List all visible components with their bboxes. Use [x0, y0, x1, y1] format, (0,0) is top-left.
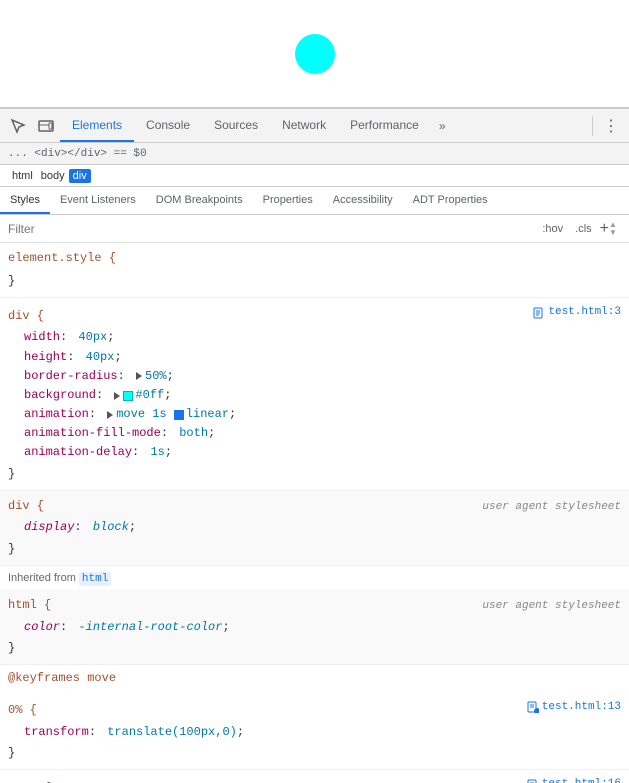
kf100-file-icon — [527, 779, 539, 783]
inspect-icon[interactable] — [4, 112, 32, 140]
animated-circle — [295, 34, 335, 74]
div-ua-header: div { user agent stylesheet — [0, 495, 629, 519]
tab-sources[interactable]: Sources — [202, 109, 270, 142]
div-style-source-link[interactable]: test.html:3 — [533, 304, 621, 322]
tab-adt-properties[interactable]: ADT Properties — [403, 187, 498, 214]
element-style-header: element.style { — [0, 247, 629, 270]
easing-checkbox-icon[interactable] — [174, 410, 184, 420]
html-ua-label: user agent stylesheet — [482, 598, 621, 616]
devtools-toolbar: Elements Console Sources Network Perform… — [0, 109, 629, 143]
prop-animation-delay: animation-delay : 1s ; — [0, 443, 629, 462]
tab-more-button[interactable]: » — [431, 119, 454, 133]
device-toggle-icon[interactable] — [32, 112, 60, 140]
bg-triangle-icon[interactable] — [114, 392, 120, 400]
hov-button[interactable]: :hov — [538, 221, 567, 237]
inherited-text: Inherited from — [8, 572, 79, 584]
prop-display: display : block ; — [0, 518, 629, 537]
tab-properties[interactable]: Properties — [253, 187, 323, 214]
tab-styles[interactable]: Styles — [0, 187, 50, 214]
kf-0-source-text: test.html:13 — [542, 699, 621, 717]
add-style-button[interactable]: + — [600, 220, 609, 238]
prop-height: height : 40px ; — [0, 348, 629, 367]
cls-button[interactable]: .cls — [571, 221, 596, 237]
div-ua-label: user agent stylesheet — [482, 499, 621, 517]
html-ua-selector: html { — [8, 596, 51, 615]
inherited-tag[interactable]: html — [79, 572, 111, 586]
prop-width: width : 40px ; — [0, 328, 629, 347]
kf-0-selector: 0% { — [8, 701, 37, 720]
keyframes-0-block: 0% { test.html:13 transform : translate(… — [0, 693, 629, 770]
tab-dom-breakpoints[interactable]: DOM Breakpoints — [146, 187, 253, 214]
breadcrumb-path: html body div — [0, 165, 629, 187]
color-swatch[interactable] — [123, 391, 133, 401]
anim-triangle-icon[interactable] — [107, 411, 113, 419]
breadcrumb-inspection: ... <div></div> == $0 — [0, 143, 629, 165]
kf-100-selector: 100% { — [8, 779, 51, 783]
breadcrumb-body[interactable]: body — [37, 169, 69, 183]
prop-background: background : #0ff ; — [0, 386, 629, 405]
toolbar-divider — [592, 116, 593, 136]
div-ua-selector: div { — [8, 497, 44, 516]
tab-console[interactable]: Console — [134, 109, 202, 142]
prop-animation: animation : move 1s linear ; — [0, 405, 629, 424]
inherited-label: Inherited from html — [0, 566, 629, 591]
element-style-close: } — [0, 270, 629, 293]
tab-performance[interactable]: Performance — [338, 109, 431, 142]
scroll-arrows: ▲ ▼ — [609, 221, 621, 237]
panel-tabs: Styles Event Listeners DOM Breakpoints P… — [0, 187, 629, 215]
tab-accessibility[interactable]: Accessibility — [323, 187, 403, 214]
kf0-file-icon — [527, 701, 539, 713]
kf-0-source-link[interactable]: test.html:13 — [527, 699, 621, 717]
tab-elements[interactable]: Elements — [60, 109, 134, 142]
devtools-tabs: Elements Console Sources Network Perform… — [60, 109, 588, 142]
filter-bar: :hov .cls + ▲ ▼ — [0, 215, 629, 243]
html-user-agent-block: html { user agent stylesheet color : -in… — [0, 590, 629, 665]
div-style-close: } — [0, 463, 629, 486]
div-source-text: test.html:3 — [548, 304, 621, 322]
div-style-block: div { test.html:3 width : 40px ; height … — [0, 298, 629, 490]
tab-network[interactable]: Network — [270, 109, 338, 142]
prop-color: color : -internal-root-color ; — [0, 618, 629, 637]
breadcrumb-div[interactable]: div — [69, 169, 91, 183]
element-style-selector: element.style { — [8, 249, 116, 268]
prop-animation-fill-mode: animation-fill-mode : both ; — [0, 424, 629, 443]
kf-0-close: } — [0, 742, 629, 765]
div-style-selector: div { — [8, 307, 44, 326]
prop-transform: transform : translate(100px,0) ; — [0, 723, 629, 742]
prop-border-radius: border-radius : 50% ; — [0, 367, 629, 386]
element-style-brace-close: } — [8, 272, 15, 291]
styles-content[interactable]: element.style { } div { test.html:3 widt… — [0, 243, 629, 783]
filter-input[interactable] — [8, 222, 538, 236]
file-icon — [533, 307, 545, 319]
html-ua-header: html { user agent stylesheet — [0, 594, 629, 618]
div-ua-close: } — [0, 538, 629, 561]
filter-buttons: :hov .cls + — [538, 220, 609, 238]
html-ua-close: } — [0, 637, 629, 660]
devtools-panel: Elements Console Sources Network Perform… — [0, 108, 629, 783]
kf-0-header: 0% { test.html:13 — [0, 697, 629, 723]
element-style-block: element.style { } — [0, 243, 629, 298]
breadcrumb-code: ... <div></div> == $0 — [8, 148, 147, 160]
scroll-down-arrow: ▼ — [609, 229, 621, 237]
breadcrumb-html[interactable]: html — [8, 169, 37, 183]
triangle-expand-icon[interactable] — [136, 372, 142, 380]
div-style-header: div { test.html:3 — [0, 302, 629, 328]
more-options-button[interactable]: ⋮ — [597, 112, 625, 140]
tab-event-listeners[interactable]: Event Listeners — [50, 187, 146, 214]
keyframes-100-block: 100% { test.html:16 — [0, 770, 629, 783]
keyframes-label: @keyframes move — [0, 665, 629, 692]
div-user-agent-block: div { user agent stylesheet display : bl… — [0, 491, 629, 566]
preview-area — [0, 0, 629, 108]
